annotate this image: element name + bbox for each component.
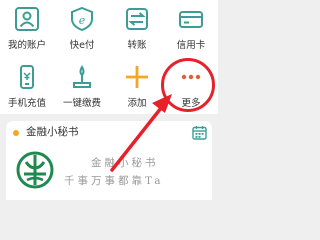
- red-arrow: [110, 94, 172, 172]
